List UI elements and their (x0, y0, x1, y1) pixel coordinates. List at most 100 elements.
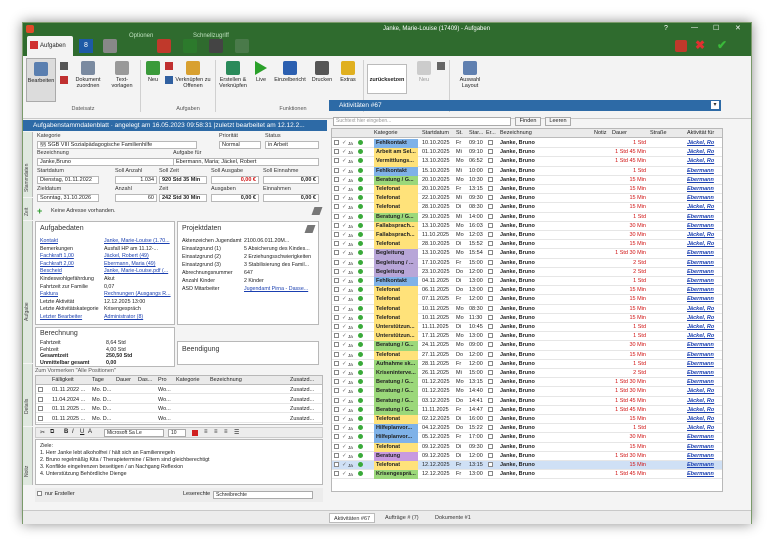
table-row[interactable]: ✓ Ja Unterstützun... 11.11.2025 Di 10:45 Janke… (332, 323, 722, 333)
erledigt-checkbox[interactable] (488, 305, 493, 314)
extras-button[interactable]: Extras (337, 61, 359, 83)
table-row[interactable]: ✓ Ja Fallabsprach... 11.10.2025 Mo 12:03 Janke… (332, 231, 722, 241)
row-checkbox[interactable] (334, 387, 339, 396)
clear-button[interactable]: Leeren (545, 117, 571, 126)
erledigt-checkbox[interactable] (488, 176, 493, 185)
row-checkbox[interactable] (334, 167, 339, 176)
row-check[interactable] (38, 386, 43, 394)
ausgaben-input[interactable]: 0,00 € (211, 194, 259, 202)
erledigt-checkbox[interactable] (488, 148, 493, 157)
table-row[interactable]: 01.11.2025 ... Mo. D... Wo... Zusatzd... (36, 415, 322, 423)
status-select[interactable]: in Arbeit (265, 141, 319, 149)
zuruecksetzen-button[interactable]: zurücksetzen (367, 64, 407, 94)
table-row[interactable]: ✓ Ja Begleitung / ... 17.10.2025 Fr 15:00 Jank… (332, 258, 722, 268)
italic-icon[interactable]: I (72, 429, 74, 435)
erledigt-checkbox[interactable] (488, 323, 493, 332)
activity-for[interactable]: Ebermann (687, 277, 722, 286)
erledigt-checkbox[interactable] (488, 415, 493, 424)
erledigt-checkbox[interactable] (488, 332, 493, 341)
aufgabedaten-value[interactable]: Janke, Marie-Louise.pdf (... (104, 268, 174, 274)
vtab-stammdaten[interactable]: Stammdaten (23, 132, 33, 197)
row-checkbox[interactable] (334, 194, 339, 203)
neu-button[interactable]: Neu (143, 61, 163, 83)
save-stat-icon[interactable] (437, 62, 445, 70)
confirm-icon[interactable]: ✔ (717, 38, 727, 52)
vtab-zeit[interactable]: Zeit (23, 198, 33, 220)
erledigt-checkbox[interactable] (488, 286, 493, 295)
activity-for[interactable]: Ebermann (687, 360, 722, 369)
activity-for[interactable]: Ebermann (687, 259, 722, 268)
dokument-button[interactable]: Dokument zuordnen (71, 61, 105, 89)
auswahl-layout-button[interactable]: Auswahl Layout (453, 61, 487, 89)
zeit-input[interactable]: 242 Std 30 Min (159, 194, 207, 202)
drucken-button[interactable]: Drucken (309, 61, 335, 83)
leserechte-select[interactable]: Schreibrechte (213, 491, 313, 499)
erledigt-checkbox[interactable] (488, 369, 493, 378)
startdatum-input[interactable]: Dienstag, 01.11.2022 (37, 176, 99, 184)
activity-for[interactable]: Ebermann (687, 167, 722, 176)
row-checkbox[interactable] (334, 305, 339, 314)
table-row[interactable]: ✓ Ja Telefonat 06.11.2025 Do 13:00 Janke, Brun… (332, 286, 722, 296)
erledigt-checkbox[interactable] (488, 341, 493, 350)
erledigt-checkbox[interactable] (488, 452, 493, 461)
activity-for[interactable]: Jäckel, Ro (687, 323, 722, 332)
activity-for[interactable]: Jäckel, Ro (687, 203, 722, 212)
erledigt-checkbox[interactable] (488, 387, 493, 396)
table-row[interactable]: ✓ Ja Telefonat 10.11.2025 Mo 08:30 Janke, Brun… (332, 304, 722, 314)
row-checkbox[interactable] (334, 378, 339, 387)
row-checkbox[interactable] (334, 249, 339, 258)
table-row[interactable]: ✓ Ja Vermittlungs... 13.10.2025 Mo 06:52 Janke… (332, 157, 722, 167)
aufgabedaten-value[interactable]: Ebermann, Maria (49) (104, 261, 174, 267)
erledigt-checkbox[interactable] (488, 222, 493, 231)
save-icon[interactable] (60, 62, 68, 70)
table-row[interactable]: ✓ Ja Beratung 09.12.2025 Di 12:00 Janke, Bruno… (332, 451, 722, 461)
erledigt-checkbox[interactable] (488, 194, 493, 203)
delete-icon[interactable] (60, 76, 68, 84)
erledigt-checkbox[interactable] (488, 360, 493, 369)
table-row[interactable]: ✓ Ja Fehlkontakt 10.10.2025 Fr 09:10 Janke, Br… (332, 139, 722, 149)
erledigt-checkbox[interactable] (488, 203, 493, 212)
table-row[interactable]: 01.11.2022 ... Mo. D... Wo... Zusatzd... (36, 386, 322, 395)
help-icon[interactable]: ? (664, 25, 668, 32)
row-checkbox[interactable] (334, 415, 339, 424)
minimize-button[interactable]: — (691, 24, 698, 31)
verknuepfen-button[interactable]: Verknüpfen zu Offenen (175, 61, 211, 89)
erledigt-checkbox[interactable] (488, 406, 493, 415)
cut-icon[interactable]: ✂ (40, 429, 45, 436)
maximize-button[interactable]: ☐ (713, 24, 719, 32)
activity-for[interactable]: Jäckel, Ro (687, 424, 722, 433)
erledigt-checkbox[interactable] (488, 259, 493, 268)
table-row[interactable]: ✓ Ja Telefonat 28.10.2025 Di 08:30 Janke, Brun… (332, 203, 722, 213)
table-row[interactable]: ✓ Ja Krisengesprä... 12.12.2025 Fr 13:00 Janke… (332, 470, 722, 480)
table-row[interactable]: ✓ Ja Beratung / G... 29.10.2025 Mi 14:00 Janke… (332, 212, 722, 222)
table-row[interactable]: ✓ Ja Kriseninterve... 26.11.2025 Mi 15:00 Jank… (332, 369, 722, 379)
table-row[interactable]: ✓ Ja Hilfeplanvor... 04.12.2025 Do 15:22 Janke… (332, 424, 722, 434)
activity-for[interactable]: Jäckel, Ro (687, 415, 722, 424)
row-checkbox[interactable] (334, 351, 339, 360)
table-row[interactable]: ✓ Ja Fehlkontakt 04.11.2025 Di 13:00 Janke, Br… (332, 277, 722, 287)
find-button[interactable]: Finden (515, 117, 541, 126)
activity-for[interactable]: Jäckel, Ro (687, 305, 722, 314)
erledigt-checkbox[interactable] (488, 443, 493, 452)
anzahl-input[interactable]: 60 (115, 194, 157, 202)
list-icon[interactable]: ☰ (234, 429, 239, 436)
erledigt-checkbox[interactable] (488, 433, 493, 442)
projektdaten-value[interactable]: Jugendamt Pirna - Dasse... (244, 286, 318, 292)
table-row[interactable]: 01.11.2025 ... Mo. D... Wo... Zusatzd... (36, 405, 322, 414)
erledigt-checkbox[interactable] (488, 277, 493, 286)
panel-menu-icon[interactable]: ▾ (711, 101, 719, 109)
erledigt-checkbox[interactable] (488, 314, 493, 323)
table-row[interactable]: ✓ Ja Beratung / G... 03.12.2025 Do 14:41 Janke… (332, 396, 722, 406)
table-row[interactable]: ✓ Ja Beratung / G... 11.11.2025 Fr 14:47 Janke… (332, 405, 722, 415)
link-icon[interactable] (165, 76, 173, 84)
align-right-icon[interactable]: ≡ (224, 429, 228, 435)
erledigt-checkbox[interactable] (488, 397, 493, 406)
pencil-icon[interactable] (311, 207, 323, 215)
table-row[interactable]: ✓ Ja Telefonat 09.12.2025 Di 09:30 Janke, Brun… (332, 442, 722, 452)
activity-for[interactable]: Ebermann (687, 443, 722, 452)
soll-zeit-input[interactable]: 920 Std 35 Min (159, 176, 207, 184)
row-checkbox[interactable] (334, 424, 339, 433)
row-checkbox[interactable] (334, 176, 339, 185)
prioritaet-select[interactable]: Normal (219, 141, 261, 149)
print-icon[interactable] (209, 39, 223, 53)
